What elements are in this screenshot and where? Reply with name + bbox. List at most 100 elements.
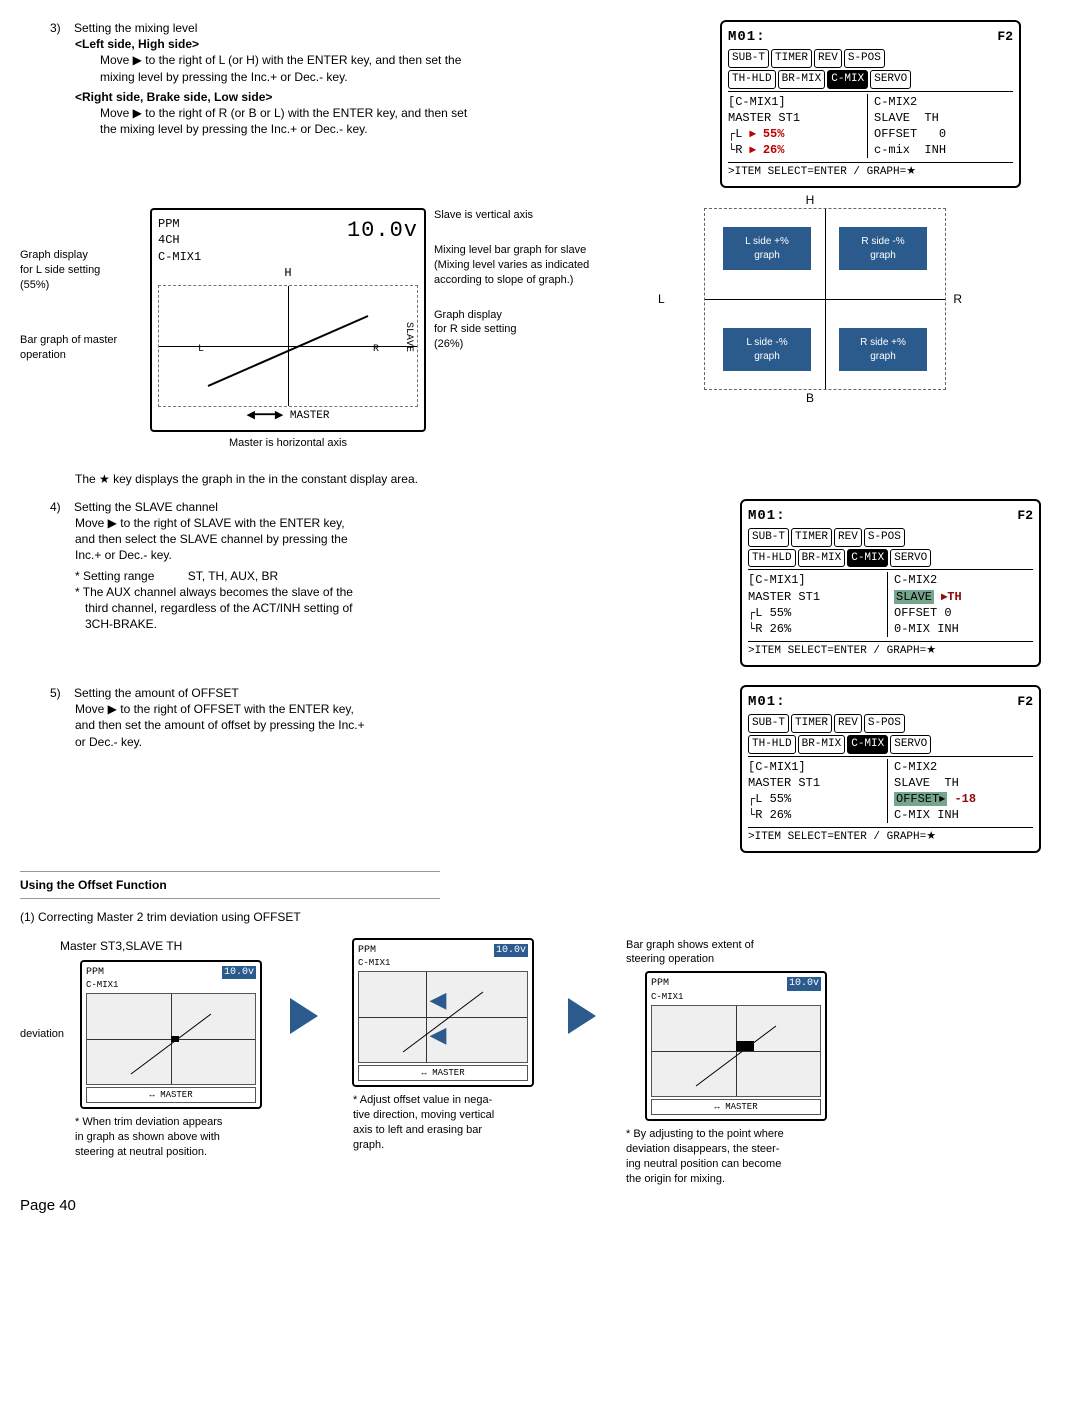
lcd3-cmix: C-MIX bbox=[894, 808, 930, 822]
mini-a-val: 10.0v bbox=[222, 966, 256, 980]
lcd1-f2: F2 bbox=[997, 28, 1013, 47]
step4-aux1: * The AUX channel always becomes the sla… bbox=[75, 584, 470, 600]
ann-r4: Graph display bbox=[434, 308, 634, 323]
lcd3-tab3: REV bbox=[834, 714, 862, 733]
lcd3-v2: 26% bbox=[770, 808, 792, 822]
graph-box: PPM 4CH C-MIX1 10.0v H L R SLAVE ◀━━━▶ M… bbox=[150, 208, 426, 432]
step5-num: 5) bbox=[50, 685, 74, 701]
cap-c4: the origin for mixing. bbox=[626, 1172, 866, 1187]
arrow-left-icon: ◀ bbox=[430, 987, 447, 1017]
step4-title: Setting the SLAVE channel bbox=[74, 499, 218, 515]
graph-ppm: PPM bbox=[158, 216, 201, 232]
ann-graph-l1: Graph display bbox=[20, 248, 150, 263]
tab-timer: TIMER bbox=[771, 49, 812, 68]
lcd1-zero: 0 bbox=[939, 127, 946, 141]
cap-a2: in graph as shown above with bbox=[75, 1130, 280, 1145]
step4-range-val: ST, TH, AUX, BR bbox=[188, 569, 278, 583]
lcd2-inh: INH bbox=[937, 622, 959, 636]
quad-tl: L side +%graph bbox=[723, 227, 811, 270]
step3-left-line1: Move ▶ to the right of L (or H) with the… bbox=[100, 52, 700, 68]
lcd2-master: MASTER bbox=[748, 590, 791, 604]
ann-r2: (Mixing level varies as indicated bbox=[434, 258, 634, 273]
lcd1-left-title: [C-MIX1] bbox=[728, 94, 867, 110]
svg-text:R: R bbox=[373, 344, 379, 355]
lcd3-tab6: BR-MIX bbox=[798, 735, 846, 754]
lcd2-foot: >ITEM SELECT=ENTER / GRAPH=★ bbox=[748, 641, 1033, 659]
step3-right-line1: Move ▶ to the right of R (or B or L) wit… bbox=[100, 105, 700, 121]
step5-l1: Move ▶ to the right of OFFSET with the E… bbox=[75, 701, 470, 717]
lcd2-tab7: C-MIX bbox=[847, 549, 888, 568]
lcd3-slave: SLAVE bbox=[894, 776, 930, 790]
cap-b1: * Adjust offset value in nega- bbox=[353, 1093, 558, 1108]
lcd3-hdr: M01: bbox=[748, 693, 786, 712]
right-side-title: <Right side, Brake side, Low side> bbox=[75, 89, 700, 105]
ann-r5: for R side setting bbox=[434, 322, 634, 337]
tab-servo: SERVO bbox=[870, 70, 911, 89]
graph-h-label: H bbox=[158, 265, 418, 281]
step4-aux3: 3CH-BRAKE. bbox=[85, 616, 470, 632]
lcd3-rtitle: C-MIX2 bbox=[894, 759, 1033, 775]
bar-caption2: steering operation bbox=[626, 952, 866, 967]
left-side-title: <Left side, High side> bbox=[75, 36, 700, 52]
ann-graph-l2: for L side setting bbox=[20, 263, 150, 278]
lcd2-tab8: SERVO bbox=[890, 549, 931, 568]
lcd3-foot: >ITEM SELECT=ENTER / GRAPH=★ bbox=[748, 827, 1033, 845]
lcd2-offset: OFFSET bbox=[894, 606, 937, 620]
lcd3-master: MASTER bbox=[748, 776, 791, 790]
lcd3-offset: OFFSET▸ bbox=[894, 792, 947, 806]
step4-aux2: third channel, regardless of the ACT/INH… bbox=[85, 600, 470, 616]
lcd1-inh: INH bbox=[924, 143, 946, 157]
ann-r3: according to slope of graph.) bbox=[434, 273, 634, 288]
bar-caption1: Bar graph shows extent of bbox=[626, 938, 866, 953]
ann-r1: Mixing level bar graph for slave bbox=[434, 243, 634, 258]
offset-heading: Using the Offset Function bbox=[20, 871, 440, 899]
lcd3-tab2: TIMER bbox=[791, 714, 832, 733]
offset-sub: (1) Correcting Master 2 trim deviation u… bbox=[20, 909, 1075, 925]
ann-r6: (26%) bbox=[434, 337, 634, 352]
tab-brmix: BR-MIX bbox=[778, 70, 826, 89]
step4-l3: Inc.+ or Dec.- key. bbox=[75, 547, 470, 563]
graph-cmix1: C-MIX1 bbox=[158, 249, 201, 265]
svg-text:L: L bbox=[198, 344, 204, 355]
quad-r: R bbox=[953, 291, 962, 307]
lcd1-footer: >ITEM SELECT=ENTER / GRAPH=★ bbox=[728, 162, 1013, 180]
quad-bl: L side -%graph bbox=[723, 328, 811, 371]
mini-c-label: C-MIX1 bbox=[651, 991, 821, 1003]
step3-right-line2: the mixing level by pressing the Inc.+ o… bbox=[100, 121, 700, 137]
ann-master-axis: Master is horizontal axis bbox=[150, 436, 426, 451]
step5-l2: and then set the amount of offset by pre… bbox=[75, 717, 470, 733]
lcd1-right-title: C-MIX2 bbox=[874, 94, 1013, 110]
page-number: Page 40 bbox=[20, 1196, 1075, 1216]
tab-rev: REV bbox=[814, 49, 842, 68]
cap-a3: steering at neutral position. bbox=[75, 1145, 280, 1160]
step4-num: 4) bbox=[50, 499, 74, 515]
lcd1-cmix: c-mix bbox=[874, 143, 910, 157]
lcd2-slave: SLAVE bbox=[894, 590, 934, 604]
lcd1-val26: ▸ 26% bbox=[750, 143, 785, 157]
lcd3-st1: ST1 bbox=[798, 776, 820, 790]
tab-thhld: TH-HLD bbox=[728, 70, 776, 89]
lcd2-v2: 26% bbox=[770, 622, 792, 636]
tab-subt: SUB-T bbox=[728, 49, 769, 68]
tab-cmix: C-MIX bbox=[827, 70, 868, 89]
lcd2-tab2: TIMER bbox=[791, 528, 832, 547]
mini-c-foot: ↔ MASTER bbox=[651, 1099, 821, 1115]
graph-master-axis: MASTER bbox=[290, 410, 330, 422]
quad-br: R side +%graph bbox=[839, 328, 927, 371]
deviation-label: deviation bbox=[20, 1027, 80, 1042]
graph-val: 10.0v bbox=[347, 216, 418, 265]
lcd3-tab4: S-POS bbox=[864, 714, 905, 733]
lcd3-th: TH bbox=[944, 776, 958, 790]
lcd3-v1: 55% bbox=[770, 792, 792, 806]
graph-uch: 4CH bbox=[158, 232, 201, 248]
step4-l1: Move ▶ to the right of SLAVE with the EN… bbox=[75, 515, 470, 531]
lcd3-ltitle: [C-MIX1] bbox=[748, 759, 887, 775]
ann-graph-l3: (55%) bbox=[20, 278, 150, 293]
lcd3-tab8: SERVO bbox=[890, 735, 931, 754]
cap-b4: graph. bbox=[353, 1138, 558, 1153]
step3-left-line2: mixing level by pressing the Inc.+ or De… bbox=[100, 69, 700, 85]
cap-a1: * When trim deviation appears bbox=[75, 1115, 280, 1130]
lcd3-tab1: SUB-T bbox=[748, 714, 789, 733]
cap-c1: * By adjusting to the point where bbox=[626, 1127, 866, 1142]
mini-graph-c: PPM10.0v C-MIX1 ↔ MASTER bbox=[645, 971, 827, 1121]
